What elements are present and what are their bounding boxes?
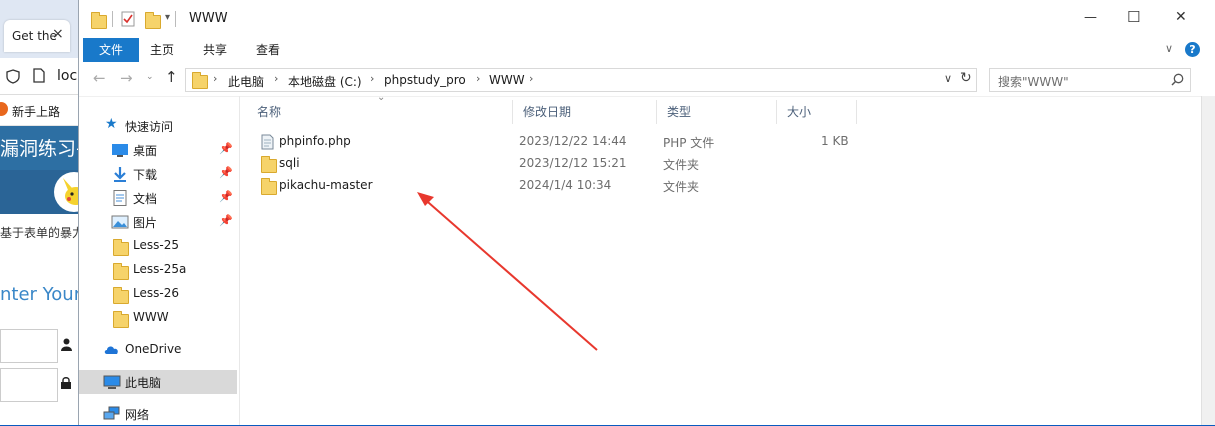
nav-label: 网络 (125, 408, 150, 422)
download-icon (111, 166, 129, 182)
divider (175, 11, 176, 27)
divider (112, 11, 113, 27)
nav-item-less-26[interactable]: Less-26 (79, 282, 237, 306)
tab-view[interactable]: 查看 (242, 38, 294, 62)
help-icon[interactable]: ? (1185, 42, 1200, 57)
search-box[interactable]: 搜索"WWW" (989, 68, 1191, 92)
nav-item-pictures[interactable]: 图片 📌 (79, 210, 237, 234)
nav-item-less-25a[interactable]: Less-25a (79, 258, 237, 282)
nav-item-this-pc[interactable]: 此电脑 (79, 370, 237, 394)
pin-icon[interactable]: 📌 (219, 142, 233, 155)
maximize-button[interactable]: ☐ (1127, 8, 1140, 26)
breadcrumb-separator-icon: › (529, 72, 534, 85)
folder-icon (113, 287, 129, 304)
nav-label: 此电脑 (125, 376, 162, 390)
shield-icon (6, 69, 20, 84)
file-explorer-window: ▾ WWW — ☐ ✕ 文件 主页 共享 查看 ∨ ? ← → ⌄ ↑ › 此电… (78, 0, 1215, 425)
breadcrumb-separator-icon: › (213, 72, 218, 85)
folder-icon (113, 263, 129, 280)
user-icon (61, 338, 72, 351)
refresh-icon[interactable]: ↻ (960, 70, 972, 86)
nav-quick-access[interactable]: ★ 快速访问 (79, 114, 237, 138)
tab-share[interactable]: 共享 (189, 38, 241, 62)
browser-tab[interactable]: Get the × (4, 20, 70, 52)
nav-item-downloads[interactable]: 下载 📌 (79, 162, 237, 186)
firefox-icon (0, 102, 8, 116)
nav-label: 桌面 (133, 144, 158, 158)
nav-label: 文档 (133, 192, 158, 206)
page-subtext: 基于表单的暴力 (0, 226, 85, 240)
cloud-icon (103, 342, 121, 358)
document-icon (111, 190, 129, 206)
close-button[interactable]: ✕ (1175, 9, 1187, 25)
nav-label: 快速访问 (125, 120, 174, 134)
breadcrumb-separator-icon: › (274, 72, 279, 85)
forward-icon[interactable]: → (120, 69, 133, 87)
login-heading: nter Your (0, 284, 82, 305)
page-icon (33, 68, 45, 83)
window-title: WWW (189, 11, 228, 26)
nav-item-onedrive[interactable]: OneDrive (79, 338, 237, 362)
navigation-bar: ← → ⌄ ↑ › 此电脑 › 本地磁盘 (C:) › phpstudy_pro… (79, 62, 1215, 97)
search-icon[interactable] (1171, 73, 1184, 86)
tab-file[interactable]: 文件 (83, 38, 140, 62)
navigation-pane: ★ 快速访问 桌面 📌 下载 📌 文档 📌 图片 📌 Less-25 Less-… (79, 96, 240, 425)
back-icon[interactable]: ← (93, 69, 106, 87)
folder-icon (113, 311, 129, 328)
recent-locations-icon[interactable]: ⌄ (146, 72, 154, 82)
pin-icon[interactable]: 📌 (219, 166, 233, 179)
nav-item-desktop[interactable]: 桌面 📌 (79, 138, 237, 162)
nav-item-www[interactable]: WWW (79, 306, 237, 330)
ribbon-tabs: 文件 主页 共享 查看 ∨ ? (79, 38, 1215, 62)
nav-item-network[interactable]: 网络 (79, 402, 237, 426)
bookmark-link[interactable]: 新手上路 (12, 103, 60, 120)
title-bar: ▾ WWW — ☐ ✕ (79, 0, 1215, 38)
nav-label: WWW (133, 310, 169, 324)
nav-item-less-25[interactable]: Less-25 (79, 234, 237, 258)
browser-tab-title: Get the (12, 29, 57, 43)
annotation-arrow (417, 192, 598, 351)
breadcrumb-this-pc[interactable]: 此电脑 (228, 73, 264, 90)
pin-icon[interactable]: 📌 (219, 190, 233, 203)
picture-icon (111, 214, 129, 230)
folder-icon (113, 239, 129, 256)
breadcrumb-separator-icon: › (476, 72, 481, 85)
star-icon: ★ (105, 116, 118, 132)
password-input[interactable] (0, 368, 58, 402)
nav-label: 图片 (133, 216, 158, 230)
lock-icon (61, 377, 71, 389)
browser-tab-close-icon[interactable]: × (52, 26, 64, 42)
browser-url-text: loc (57, 68, 78, 84)
desktop-icon (111, 142, 129, 158)
tab-home[interactable]: 主页 (136, 38, 188, 62)
minimize-button[interactable]: — (1084, 10, 1097, 25)
nav-label: Less-25 (133, 238, 179, 252)
nav-item-documents[interactable]: 文档 📌 (79, 186, 237, 210)
computer-icon (103, 374, 121, 390)
vertical-scrollbar[interactable] (1201, 96, 1215, 425)
folder-icon (192, 72, 208, 89)
properties-icon[interactable] (121, 11, 135, 27)
network-icon (103, 406, 121, 422)
breadcrumb-phpstudy[interactable]: phpstudy_pro (384, 73, 466, 87)
nav-label: Less-26 (133, 286, 179, 300)
search-placeholder: 搜索"WWW" (998, 75, 1069, 89)
up-icon[interactable]: ↑ (165, 68, 178, 86)
breadcrumb-separator-icon: › (370, 72, 375, 85)
nav-label: Less-25a (133, 262, 187, 276)
new-folder-icon[interactable] (145, 12, 161, 29)
customize-toolbar-icon[interactable]: ▾ (165, 12, 170, 23)
nav-label: OneDrive (125, 342, 182, 356)
address-dropdown-icon[interactable]: ∨ (944, 72, 952, 85)
breadcrumb-www[interactable]: WWW (489, 73, 525, 87)
file-list: ⌄ 名称 修改日期 类型 大小 phpinfo.php 2023/12/22 1… (241, 92, 1199, 425)
folder-icon (91, 12, 107, 29)
address-bar[interactable]: › 此电脑 › 本地磁盘 (C:) › phpstudy_pro › WWW ›… (185, 68, 977, 92)
username-input[interactable] (0, 329, 58, 363)
expand-ribbon-icon[interactable]: ∨ (1165, 42, 1173, 55)
breadcrumb-local-disk[interactable]: 本地磁盘 (C:) (288, 73, 362, 90)
pin-icon[interactable]: 📌 (219, 214, 233, 227)
nav-label: 下载 (133, 168, 158, 182)
